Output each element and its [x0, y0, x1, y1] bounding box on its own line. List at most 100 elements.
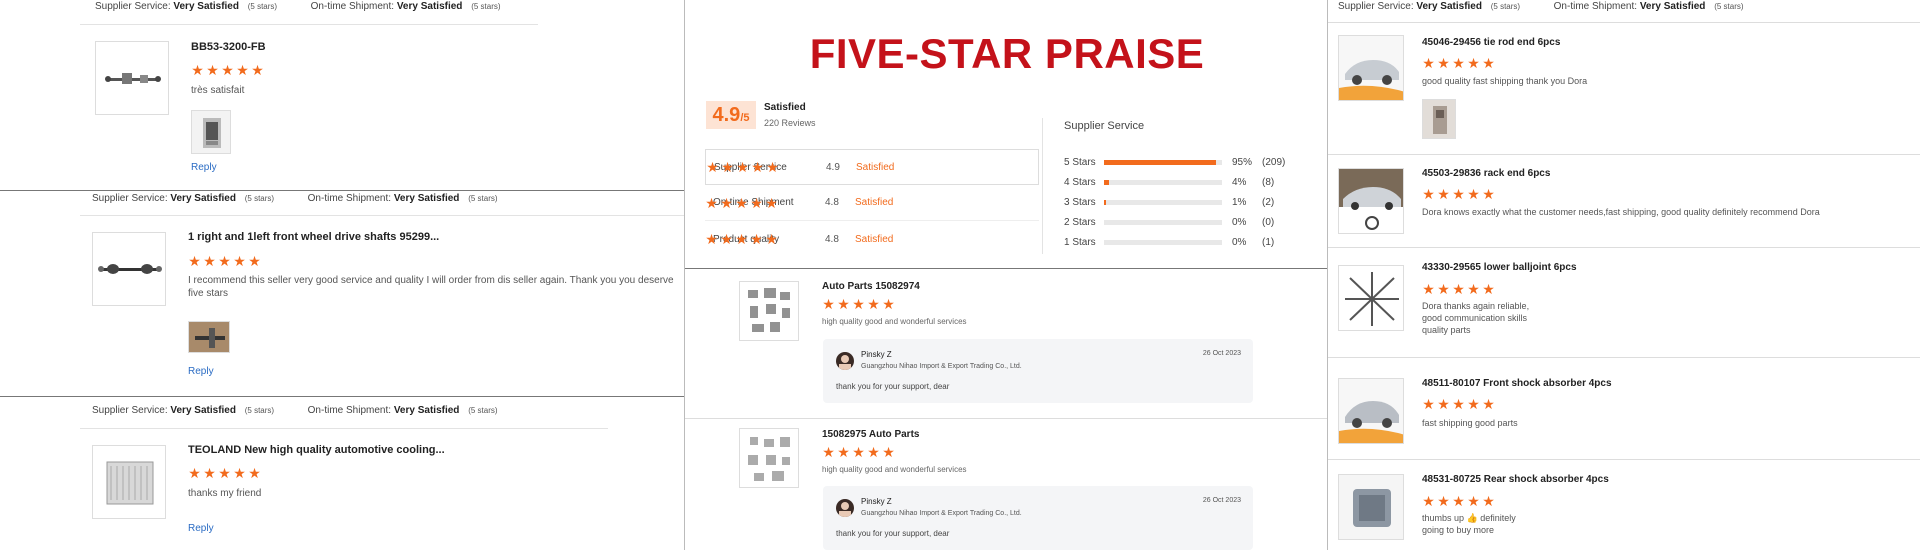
- metric-status: Satisfied: [855, 233, 894, 245]
- star-icon: ★: [218, 253, 231, 269]
- product-thumbnail[interactable]: [92, 445, 166, 519]
- review-text: high quality good and wonderful services: [822, 317, 967, 326]
- supplier-service-value: Very Satisfied: [170, 405, 236, 416]
- star-icon: ★: [705, 231, 718, 247]
- star-icon: ★: [248, 253, 261, 269]
- star-icon: ★: [1482, 493, 1495, 509]
- distribution-label: 3 Stars: [1064, 196, 1096, 208]
- review-product-title[interactable]: 48511-80107 Front shock absorber 4pcs: [1422, 378, 1612, 389]
- review-product-title[interactable]: TEOLAND New high quality automotive cool…: [188, 444, 445, 456]
- product-thumbnail[interactable]: [1338, 474, 1404, 540]
- star-icon: ★: [867, 296, 880, 312]
- star-icon: ★: [735, 231, 748, 247]
- product-thumbnail[interactable]: [1338, 378, 1404, 444]
- star-icon: ★: [191, 62, 204, 78]
- divider: [1328, 247, 1920, 248]
- supplier-service-label: Supplier Service:: [1338, 1, 1414, 12]
- star-icon: ★: [736, 159, 749, 175]
- review-product-title[interactable]: 43330-29565 lower balljoint 6pcs: [1422, 262, 1577, 273]
- distribution-label: 1 Stars: [1064, 236, 1096, 248]
- star-icon: ★: [765, 231, 778, 247]
- star-icon: ★: [1422, 55, 1435, 71]
- star-icon: ★: [750, 194, 763, 211]
- star-icon: ★: [1422, 493, 1435, 509]
- supplier-reply: Pinsky Z Guangzhou Nihao Import & Export…: [823, 486, 1253, 550]
- divider: [80, 215, 684, 216]
- review-photo[interactable]: [191, 110, 231, 154]
- star-rating: ★ ★ ★ ★ ★: [1422, 187, 1495, 201]
- product-thumbnail[interactable]: [1338, 265, 1404, 331]
- review-text: thanks my friend: [188, 488, 262, 499]
- reply-link[interactable]: Reply: [188, 523, 214, 534]
- review-photo[interactable]: [188, 321, 230, 353]
- review-text-line: Dora thanks again reliable,: [1422, 301, 1530, 311]
- stars-note: (5 stars): [1714, 2, 1744, 11]
- reply-date: 26 Oct 2023: [1202, 497, 1241, 504]
- star-icon: ★: [188, 253, 201, 269]
- product-thumbnail[interactable]: [1338, 168, 1404, 234]
- star-rating: ★ ★ ★ ★ ★: [191, 63, 264, 77]
- review-product-title[interactable]: BB53-3200-FB: [191, 41, 266, 53]
- review-text-line: thumbs up 👍 definitely: [1422, 513, 1516, 523]
- distribution-bar: [1104, 159, 1222, 165]
- distribution-percent: 0%: [1232, 216, 1247, 228]
- overall-score-badge: 4.9/5: [706, 101, 756, 129]
- star-icon: ★: [882, 296, 895, 312]
- star-icon: ★: [882, 444, 895, 460]
- distribution-label: 4 Stars: [1064, 176, 1096, 188]
- metric-status: Satisfied: [856, 161, 895, 173]
- star-icon: ★: [1467, 281, 1480, 297]
- reply-company: Guangzhou Nihao Import & Export Trading …: [861, 510, 1022, 517]
- review-text-line: going to buy more: [1422, 525, 1495, 535]
- review-product-title[interactable]: 15082975 Auto Parts: [822, 429, 919, 440]
- review-product-title[interactable]: Auto Parts 15082974: [822, 281, 920, 292]
- distribution-bar: [1104, 199, 1222, 205]
- star-icon: ★: [867, 444, 880, 460]
- star-icon: ★: [837, 296, 850, 312]
- distribution-count: (0): [1262, 216, 1275, 228]
- star-icon: ★: [720, 231, 733, 247]
- reply-link[interactable]: Reply: [191, 162, 217, 173]
- star-icon: ★: [218, 465, 231, 481]
- review-product-title[interactable]: 48531-80725 Rear shock absorber 4pcs: [1422, 474, 1609, 485]
- review-text: Dora thanks again reliable, good communi…: [1422, 300, 1529, 336]
- stars-note: (5 stars): [1490, 2, 1521, 11]
- distribution-fill: [1104, 179, 1109, 185]
- star-rating: ★ ★ ★ ★ ★: [1422, 56, 1495, 70]
- star-rating: ★ ★ ★ ★ ★: [705, 232, 787, 246]
- reply-date: 26 Oct 2023: [1202, 350, 1241, 357]
- product-thumbnail[interactable]: [95, 41, 169, 115]
- ontime-shipment-label: On-time Shipment:: [307, 193, 392, 204]
- star-icon: ★: [1452, 396, 1465, 412]
- supplier-service-label: Supplier Service:: [92, 405, 168, 416]
- distribution-bar: [1104, 219, 1222, 225]
- section-divider: [0, 396, 684, 397]
- stars-note: (5 stars): [244, 406, 275, 415]
- star-icon: ★: [1437, 493, 1450, 509]
- distribution-percent: 0%: [1232, 236, 1247, 248]
- reply-link[interactable]: Reply: [188, 366, 214, 377]
- review-product-title[interactable]: 1 right and 1left front wheel drive shaf…: [188, 231, 439, 243]
- star-rating: ★ ★ ★ ★ ★: [188, 254, 261, 268]
- review-ratings-line: Supplier Service: Very Satisfied (5 star…: [95, 1, 501, 12]
- star-icon: ★: [1467, 493, 1480, 509]
- star-icon: ★: [705, 194, 718, 211]
- star-icon: ★: [203, 253, 216, 269]
- review-product-title[interactable]: 45046-29456 tie rod end 6pcs: [1422, 37, 1560, 48]
- review-product-title[interactable]: 45503-29836 rack end 6pcs: [1422, 168, 1550, 179]
- product-thumbnail[interactable]: [739, 281, 799, 341]
- divider: [1328, 22, 1920, 23]
- left-review-panel: Supplier Service: Very Satisfied (5 star…: [0, 0, 684, 550]
- product-thumbnail[interactable]: [739, 428, 799, 488]
- star-icon: ★: [1467, 55, 1480, 71]
- star-icon: ★: [1482, 396, 1495, 412]
- distribution-fill: [1104, 159, 1217, 165]
- product-thumbnail[interactable]: [1338, 35, 1404, 101]
- product-thumbnail[interactable]: [92, 232, 166, 306]
- ontime-shipment-value: Very Satisfied: [393, 405, 460, 416]
- star-icon: ★: [852, 296, 865, 312]
- distribution-bar: [1104, 239, 1222, 245]
- review-text: fast shipping good parts: [1422, 418, 1518, 428]
- review-count: 220 Reviews: [764, 118, 816, 128]
- review-photo[interactable]: [1422, 99, 1456, 139]
